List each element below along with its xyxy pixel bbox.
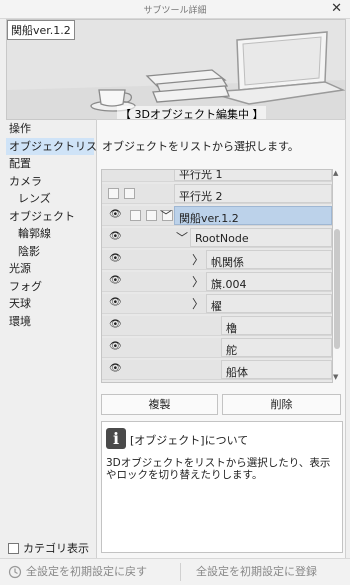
object-list-row[interactable]: 👁 〉旗.004 bbox=[102, 272, 332, 292]
expand-chevron-icon[interactable]: 〉 bbox=[192, 273, 204, 290]
object-node-label: 船体 bbox=[226, 366, 248, 379]
sidebar-item[interactable]: 配置 bbox=[6, 155, 94, 173]
object-node-label: 櫂 bbox=[211, 300, 222, 313]
visibility-eye-icon[interactable]: 👁 bbox=[109, 319, 122, 330]
visibility-eye-icon[interactable]: 👁 bbox=[109, 363, 122, 374]
lock-toggle-box[interactable] bbox=[146, 210, 157, 221]
duplicate-button[interactable]: 複製 bbox=[101, 394, 218, 415]
sidebar-item[interactable]: 光源 bbox=[6, 260, 94, 278]
category-display-checkbox[interactable] bbox=[8, 542, 19, 554]
sidebar-item[interactable]: カメラ bbox=[6, 173, 94, 191]
info-icon: i bbox=[106, 428, 126, 449]
help-title: [オブジェクト]について bbox=[130, 434, 249, 447]
visibility-eye-icon[interactable]: 👁 bbox=[109, 275, 122, 286]
visibility-eye-icon[interactable]: 👁 bbox=[109, 341, 122, 352]
reset-all-label: 全設定を初期設定に戻す bbox=[26, 565, 147, 578]
visibility-eye-icon[interactable]: 👁 bbox=[109, 297, 122, 308]
lock-toggle-box[interactable] bbox=[130, 210, 141, 221]
footer-bar: 全設定を初期設定に戻す 全設定を初期設定に登録 bbox=[0, 558, 350, 585]
panel-description: オブジェクトをリストから選択します。 bbox=[102, 140, 299, 153]
category-display-toggle[interactable]: カテゴリ表示 bbox=[8, 540, 89, 556]
help-body: 3Dオブジェクトをリストから選択したり、表示やロックを切り替えたりします。 bbox=[106, 457, 331, 481]
object-node[interactable]: 帆関係 bbox=[206, 250, 332, 269]
object-node[interactable]: 旗.004 bbox=[206, 272, 332, 291]
category-sidebar: 操作 オブジェクトリスト 配置 カメラ レンズ オブジェクト 輪郭線 陰影 光源 フォグ 天球 環境 … bbox=[6, 120, 108, 556]
window-title: サブツール詳細 bbox=[143, 6, 207, 16]
object-list-row[interactable]: 平行光 2 bbox=[102, 184, 332, 204]
lock-toggle-box[interactable] bbox=[108, 188, 119, 199]
object-list-row[interactable]: 👁 〉櫂 bbox=[102, 294, 332, 314]
object-node-label: 舵 bbox=[226, 344, 237, 357]
object-node[interactable]: 船体 bbox=[221, 360, 332, 379]
object-node[interactable]: 櫂 bbox=[206, 294, 332, 313]
sidebar-item[interactable]: 輪郭線 bbox=[6, 225, 94, 243]
object-node-label: 関船ver.1.2 bbox=[179, 212, 239, 225]
help-box: i [オブジェクト]について 3Dオブジェクトをリストから選択したり、表示やロッ… bbox=[101, 421, 343, 553]
sidebar-item[interactable]: 操作 bbox=[6, 120, 94, 138]
object-node-label: 櫓 bbox=[226, 322, 237, 335]
scroll-down-icon[interactable]: ▼ bbox=[333, 373, 338, 381]
sidebar-item[interactable]: 陰影 bbox=[6, 243, 94, 261]
object-node[interactable]: 関船ver.1.2 bbox=[174, 206, 332, 225]
object-list-row[interactable]: 👁 ﹀ RootNode bbox=[102, 228, 332, 248]
close-icon[interactable]: ✕ bbox=[331, 1, 342, 16]
sidebar-item[interactable]: オブジェクトリスト bbox=[6, 137, 108, 155]
object-node-label: 帆関係 bbox=[211, 256, 244, 269]
lock-toggle-box[interactable] bbox=[124, 188, 135, 199]
object-node-label: 平行光 2 bbox=[179, 190, 223, 203]
object-list[interactable]: 平行光 1 平行光 2 👁 ﹀ 関船ver.1.2 👁 ﹀ RootNode 👁 〉帆関係 👁 〉旗.… bbox=[101, 169, 333, 383]
object-node[interactable]: RootNode bbox=[190, 228, 332, 247]
sidebar-item[interactable]: フォグ bbox=[6, 278, 94, 296]
main-panel: オブジェクトをリストから選択します。 平行光 1 平行光 2 👁 ﹀ 関船ver.1.2… bbox=[96, 119, 346, 559]
category-display-label: カテゴリ表示 bbox=[23, 542, 89, 555]
sidebar-item[interactable]: オブジェクト bbox=[6, 208, 94, 226]
object-list-row[interactable]: 平行光 1 bbox=[102, 169, 332, 182]
visibility-eye-icon[interactable]: 👁 bbox=[109, 253, 122, 264]
sidebar-item[interactable]: 環境 bbox=[6, 313, 94, 331]
title-bar: サブツール詳細 ✕ bbox=[0, 0, 350, 19]
object-list-row[interactable]: 👁 〉帆関係 bbox=[102, 250, 332, 270]
sidebar-item[interactable]: 天球 bbox=[6, 295, 94, 313]
sidebar-item[interactable]: レンズ bbox=[6, 190, 94, 208]
object-list-row[interactable]: 👁 ﹀ 関船ver.1.2 bbox=[102, 206, 332, 226]
object-preview: 関船ver.1.2 【 3Dオブジェクト編集中 】 bbox=[6, 19, 346, 120]
scroll-thumb[interactable] bbox=[334, 229, 340, 349]
object-node-label: RootNode bbox=[195, 232, 249, 245]
register-all-button[interactable]: 全設定を初期設定に登録 bbox=[196, 562, 317, 582]
object-node[interactable]: 平行光 2 bbox=[174, 184, 332, 203]
object-node[interactable]: 平行光 1 bbox=[174, 169, 332, 181]
reset-icon bbox=[8, 565, 22, 579]
edit-mode-badge: 【 3Dオブジェクト編集中 】 bbox=[117, 106, 267, 119]
object-list-row[interactable]: 👁 舵 bbox=[102, 338, 332, 358]
object-node-label: 旗.004 bbox=[211, 278, 247, 291]
footer-divider bbox=[180, 563, 181, 581]
scroll-up-icon[interactable]: ▲ bbox=[333, 169, 338, 177]
visibility-eye-icon[interactable]: 👁 bbox=[109, 231, 122, 242]
visibility-eye-icon[interactable]: 👁 bbox=[109, 209, 122, 220]
delete-button[interactable]: 削除 bbox=[222, 394, 341, 415]
expand-chevron-icon[interactable]: 〉 bbox=[192, 295, 204, 312]
object-list-row[interactable]: 👁 船体 bbox=[102, 360, 332, 380]
collapse-chevron-icon[interactable]: ﹀ bbox=[160, 207, 172, 224]
preview-object-name: 関船ver.1.2 bbox=[7, 20, 75, 40]
object-node[interactable]: 舵 bbox=[221, 338, 332, 357]
object-node-label: 平行光 1 bbox=[179, 169, 223, 181]
expand-chevron-icon[interactable]: 〉 bbox=[192, 251, 204, 268]
object-list-scrollbar[interactable]: ▲ ▼ bbox=[333, 169, 341, 381]
reset-all-button[interactable]: 全設定を初期設定に戻す bbox=[8, 562, 147, 582]
object-list-row[interactable]: 👁 櫓 bbox=[102, 316, 332, 336]
object-node[interactable]: 櫓 bbox=[221, 316, 332, 335]
collapse-chevron-icon[interactable]: ﹀ bbox=[176, 229, 188, 246]
